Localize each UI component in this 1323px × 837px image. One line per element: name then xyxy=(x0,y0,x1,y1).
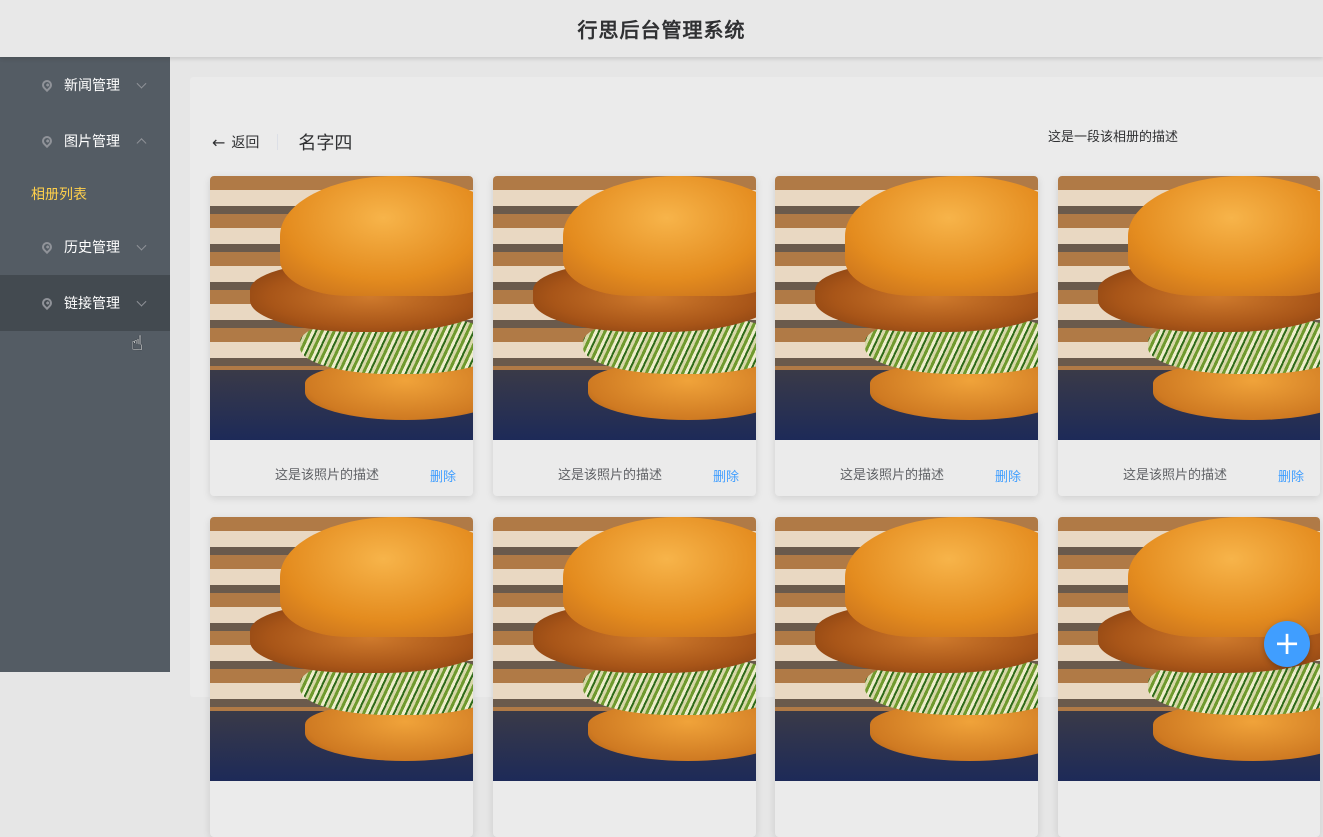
location-icon xyxy=(39,133,55,149)
sidebar: 新闻管理 图片管理 相册列表 历史管理 链接管理 xyxy=(0,57,170,672)
sidebar-item-images[interactable]: 图片管理 xyxy=(0,113,170,169)
sidebar-item-label: 图片管理 xyxy=(64,134,120,150)
location-icon xyxy=(39,239,55,255)
album-description: 这是一段该相册的描述 xyxy=(1048,130,1179,145)
app-title: 行思后台管理系统 xyxy=(577,18,746,42)
arrow-left-icon: ← xyxy=(212,132,226,152)
delete-button[interactable]: 删除 xyxy=(430,466,456,485)
sidebar-item-label: 历史管理 xyxy=(64,240,120,256)
app-header: 行思后台管理系统 xyxy=(0,0,1323,57)
photo-description: 这是该照片的描述 xyxy=(275,468,380,483)
photo-image[interactable] xyxy=(775,517,1038,781)
location-icon xyxy=(39,295,55,311)
photo-card xyxy=(493,517,756,837)
photo-image[interactable] xyxy=(1058,176,1320,440)
divider xyxy=(277,134,279,150)
photo-description: 这是该照片的描述 xyxy=(558,468,663,483)
photo-description: 这是该照片的描述 xyxy=(840,468,945,483)
sidebar-subitem-album-list[interactable]: 相册列表 xyxy=(0,169,170,219)
photo-card: 这是该照片的描述 删除 xyxy=(1058,176,1320,496)
photo-image[interactable] xyxy=(775,176,1038,440)
back-button[interactable]: ← 返回 xyxy=(212,132,259,152)
hand-cursor-icon: ☝ xyxy=(131,331,144,355)
page-title: 名字四 xyxy=(298,133,353,154)
photo-image[interactable] xyxy=(493,517,756,781)
chevron-up-icon xyxy=(136,138,147,149)
plus-icon: + xyxy=(1273,624,1301,662)
photo-card: 这是该照片的描述 删除 xyxy=(493,176,756,496)
sidebar-item-news[interactable]: 新闻管理 xyxy=(0,57,170,113)
photo-card: 这是该照片的描述 删除 xyxy=(210,176,473,496)
delete-button[interactable]: 删除 xyxy=(713,466,739,485)
location-icon xyxy=(39,77,55,93)
main-panel: ← 返回 名字四 这是一段该相册的描述 这是该照片的描述 删除 这是该照片的描述… xyxy=(190,77,1323,837)
chevron-down-icon xyxy=(136,78,147,89)
photo-card: 这是该照片的描述 删除 xyxy=(775,176,1038,496)
delete-button[interactable]: 删除 xyxy=(1278,466,1304,485)
page-header: ← 返回 名字四 xyxy=(212,129,352,155)
sidebar-item-links[interactable]: 链接管理 xyxy=(0,275,170,331)
photo-image[interactable] xyxy=(210,517,473,781)
sidebar-item-history[interactable]: 历史管理 xyxy=(0,219,170,275)
photo-image[interactable] xyxy=(493,176,756,440)
delete-button[interactable]: 删除 xyxy=(995,466,1021,485)
photo-description: 这是该照片的描述 xyxy=(1123,468,1228,483)
chevron-down-icon xyxy=(136,296,147,307)
photo-card xyxy=(1058,517,1320,837)
photo-image[interactable] xyxy=(210,176,473,440)
add-photo-button[interactable]: + xyxy=(1264,621,1310,667)
back-label: 返回 xyxy=(231,135,260,151)
photo-card xyxy=(210,517,473,837)
chevron-down-icon xyxy=(136,240,147,251)
photo-card xyxy=(775,517,1038,837)
sidebar-item-label: 新闻管理 xyxy=(64,78,120,94)
sidebar-item-label: 链接管理 xyxy=(64,296,120,312)
